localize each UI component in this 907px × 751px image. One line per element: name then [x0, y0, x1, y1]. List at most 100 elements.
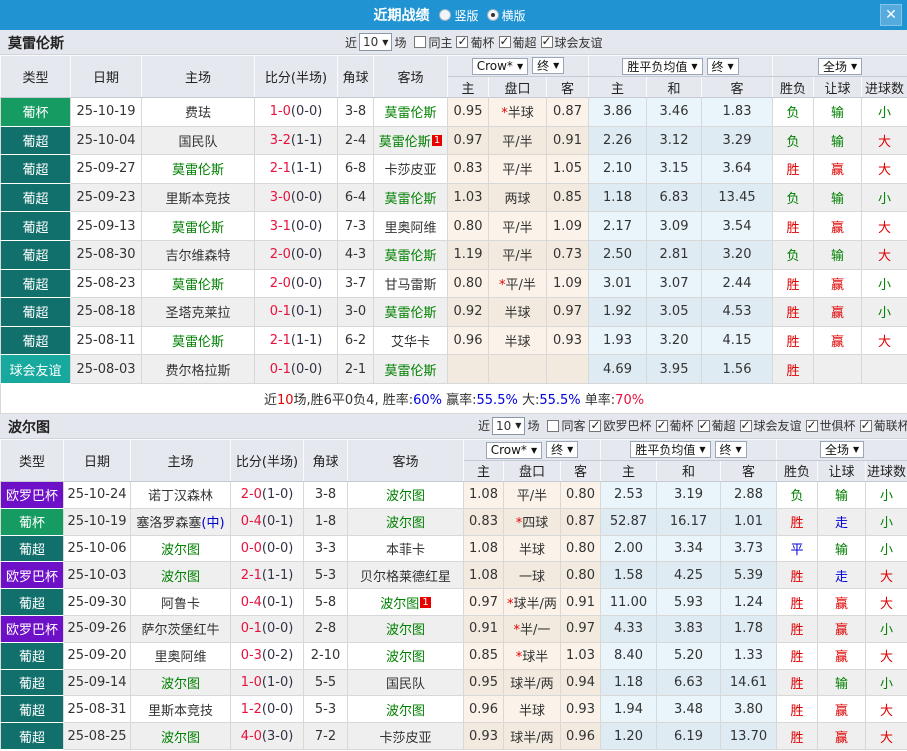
score-cell: 1-0(0-0)	[254, 97, 338, 127]
column-header: 角球	[303, 438, 348, 482]
halftime-score: (3-0)	[261, 728, 294, 744]
fulltime-score: 3-2	[269, 132, 291, 148]
corner-cell: 3-8	[303, 480, 348, 509]
handicap-result-cell: 输	[817, 668, 867, 697]
odds-away-cell: 0.97	[546, 297, 589, 327]
fulltime-score: 4-0	[240, 728, 262, 744]
match-count-select[interactable]: 10 ▼	[492, 416, 526, 435]
team-sections: 莫雷伦斯近10▼场同主葡杯葡超球会友谊类型日期主场比分(半场)角球客场Crow*…	[0, 30, 907, 750]
summary-cell: 近10场,胜6平0负4, 胜率:60% 赢率:55.5% 大:55.5% 单率:…	[0, 382, 907, 414]
same-venue-checkbox[interactable]	[547, 419, 560, 432]
summary-part: 60%	[413, 392, 442, 408]
bookmaker-select-value: Crow*	[476, 59, 513, 74]
competition-checkbox[interactable]	[655, 418, 668, 432]
odds-home-cell: 0.80	[447, 211, 489, 241]
competition-checkbox[interactable]	[805, 418, 818, 432]
score-cell: 2-1(1-1)	[230, 561, 304, 590]
handicap-value: 一球	[518, 569, 545, 585]
away-team-name: 卡莎皮亚	[379, 730, 432, 746]
scope-select-value: 全场	[822, 59, 847, 74]
fulltime-score: 0-1	[269, 304, 291, 320]
handicap-cell: 半球	[488, 325, 547, 356]
competition-label: 世俱杯	[819, 419, 856, 434]
column-header: 类型	[0, 55, 71, 98]
scope-select[interactable]: 全场 ▼	[819, 441, 865, 459]
goals-result-cell: 大	[865, 588, 907, 616]
result-cell: 胜	[772, 297, 815, 327]
competition-checkbox[interactable]	[498, 34, 511, 48]
avg-type-select[interactable]: 胜平负均值 ▼	[630, 441, 711, 459]
goals-result-cell: 小	[865, 507, 907, 536]
corner-cell: 2-8	[303, 614, 348, 643]
competition-type-cell: 葡超	[0, 695, 64, 724]
sub-column-header: 让球	[813, 76, 863, 98]
odds-stage-select[interactable]: 终 ▼	[546, 441, 579, 459]
scope-select[interactable]: 全场 ▼	[817, 57, 863, 75]
away-team-cell: 波尔图	[347, 695, 464, 724]
match-row: 葡超 25-08-30 吉尔维森特 2-0(0-0) 4-3 莫雷伦斯 1.19 平/半 0.7…	[0, 239, 907, 270]
away-team-name: 波尔图	[385, 623, 425, 639]
sub-column-header: 让球	[817, 459, 867, 482]
away-team-cell: 贝尔格莱德红星	[347, 561, 464, 590]
result-cell: 胜	[776, 588, 819, 616]
away-team-name: 莫雷伦斯	[384, 106, 437, 122]
avg-draw-cell: 3.83	[656, 614, 721, 643]
radio-selected-icon[interactable]	[486, 9, 499, 21]
competition-checkbox[interactable]	[697, 418, 710, 432]
bookmaker-select[interactable]: Crow* ▼	[485, 441, 543, 459]
halftime-score: (1-0)	[261, 487, 294, 503]
away-team-name: 贝尔格莱德红星	[359, 569, 451, 585]
handicap-result-cell: 走	[817, 507, 867, 536]
date-cell: 25-10-06	[63, 534, 131, 563]
competition-checkbox[interactable]	[859, 418, 872, 432]
handicap-cell: *球半/两	[503, 588, 561, 616]
score-cell: 0-3(0-2)	[230, 641, 304, 670]
same-venue-checkbox[interactable]	[414, 36, 427, 48]
match-count-select[interactable]: 10 ▼	[359, 33, 393, 51]
avg-type-select[interactable]: 胜平负均值 ▼	[622, 57, 703, 75]
avg-away-cell: 3.20	[700, 239, 774, 270]
competition-checkbox[interactable]	[540, 34, 553, 48]
competition-checkbox[interactable]	[739, 418, 752, 432]
away-team-cell: 莫雷伦斯	[373, 97, 448, 127]
match-row: 葡超 25-09-13 莫雷伦斯 3-1(0-0) 7-3 里奥阿维 0.80 平/半 1.09…	[0, 211, 907, 241]
competition-type-cell: 欧罗巴杯	[0, 480, 64, 509]
avg-draw-cell: 3.05	[646, 297, 702, 327]
handicap-cell: *半球	[488, 97, 547, 127]
chevron-down-icon: ▼	[852, 445, 860, 455]
avg-home-cell: 2.17	[588, 211, 647, 241]
radio-horizontal-label: 横版	[501, 8, 526, 23]
layout-radio-horizontal[interactable]: 横版	[486, 7, 526, 24]
corner-cell: 2-10	[303, 641, 348, 670]
handicap-value: 半/一	[520, 623, 551, 639]
away-team-cell: 波尔图	[347, 507, 464, 536]
radio-unselected-icon[interactable]	[439, 9, 452, 21]
competition-checkbox[interactable]	[456, 34, 469, 48]
score-cell: 0-4(0-1)	[230, 588, 304, 616]
avg-stage-select[interactable]: 终 ▼	[706, 57, 739, 75]
match-row: 葡超 25-08-23 莫雷伦斯 2-0(0-0) 3-7 甘马雷斯 0.80 *平/半 1.0…	[0, 268, 907, 299]
competition-checkbox[interactable]	[589, 418, 602, 432]
avg-group-header: 胜平负均值 ▼ 终 ▼	[599, 438, 778, 461]
avg-away-cell: 4.53	[700, 297, 774, 327]
close-icon[interactable]: ✕	[880, 4, 902, 26]
goals-result-cell	[861, 354, 907, 384]
odds-home-cell: 0.92	[447, 297, 489, 327]
avg-stage-select[interactable]: 终 ▼	[714, 441, 747, 459]
corner-cell: 6-8	[337, 154, 374, 184]
sub-column-header: 胜负	[772, 76, 815, 98]
odds-away-cell: 0.91	[560, 588, 601, 616]
bookmaker-select[interactable]: Crow* ▼	[471, 57, 529, 75]
sub-column-header: 进球数	[861, 76, 907, 98]
handicap-result-cell: 走	[817, 561, 867, 590]
goals-result-cell: 大	[861, 125, 907, 156]
sub-column-header: 和	[646, 76, 702, 98]
odds-stage-select[interactable]: 终 ▼	[532, 57, 565, 75]
competition-type-cell: 葡超	[0, 125, 71, 156]
competition-label: 葡超	[711, 419, 736, 434]
layout-radio-vertical[interactable]: 竖版	[439, 7, 479, 24]
corner-cell: 1-8	[303, 507, 348, 536]
odds-away-cell: 1.03	[560, 641, 601, 670]
goals-result-cell: 大	[861, 211, 907, 241]
home-team-cell: 莫雷伦斯	[141, 154, 255, 184]
